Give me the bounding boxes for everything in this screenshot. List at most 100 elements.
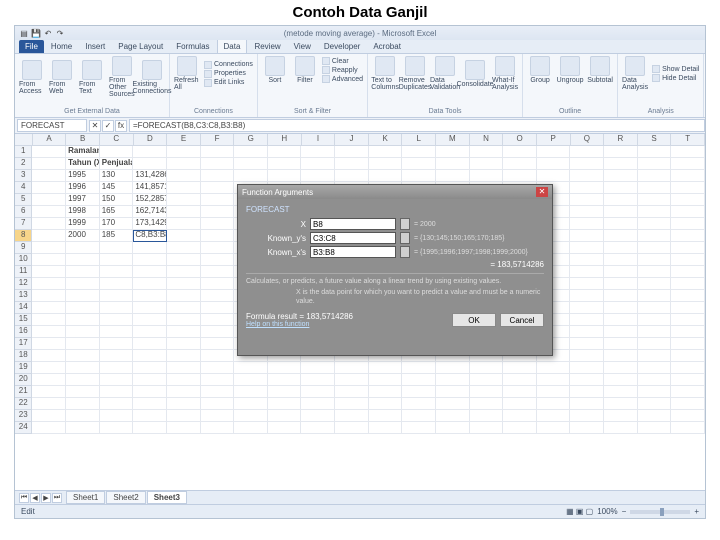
cell[interactable] <box>671 278 705 290</box>
tab-file[interactable]: File <box>19 40 44 53</box>
cell[interactable] <box>671 194 705 206</box>
cell[interactable] <box>32 230 66 242</box>
cell[interactable] <box>638 338 672 350</box>
cell[interactable] <box>133 374 167 386</box>
cell[interactable]: 131,4286 <box>133 170 167 182</box>
cell[interactable] <box>570 266 604 278</box>
cell[interactable] <box>503 158 537 170</box>
arg-input-knownxs[interactable] <box>310 246 396 258</box>
cell[interactable] <box>671 158 705 170</box>
cell[interactable] <box>133 350 167 362</box>
cell[interactable] <box>604 338 638 350</box>
col-head-L[interactable]: L <box>402 134 436 145</box>
cell[interactable] <box>604 242 638 254</box>
col-head-P[interactable]: P <box>537 134 571 145</box>
ungroup-button[interactable]: Ungroup <box>557 56 583 84</box>
cell[interactable]: 141,8571 <box>133 182 167 194</box>
cell[interactable] <box>570 182 604 194</box>
cell[interactable]: 1998 <box>66 206 100 218</box>
cell[interactable] <box>570 326 604 338</box>
cell[interactable] <box>470 410 504 422</box>
cell[interactable] <box>301 398 335 410</box>
cell[interactable] <box>100 350 134 362</box>
cell[interactable] <box>100 278 134 290</box>
clear-button[interactable]: Clear <box>322 57 363 65</box>
cell[interactable] <box>570 302 604 314</box>
from-text-button[interactable]: From Text <box>79 60 105 95</box>
cell[interactable] <box>671 254 705 266</box>
redo-icon[interactable]: ↷ <box>55 28 65 38</box>
tab-data[interactable]: Data <box>217 39 248 53</box>
edit-links-button[interactable]: Edit Links <box>204 79 253 87</box>
cell[interactable]: 173,1429 <box>133 218 167 230</box>
cell[interactable] <box>470 170 504 182</box>
cell[interactable]: 150 <box>100 194 134 206</box>
arg-input-x[interactable] <box>310 218 396 230</box>
cell[interactable] <box>604 422 638 434</box>
row-head[interactable]: 17 <box>15 338 32 350</box>
cell[interactable] <box>167 242 201 254</box>
cell[interactable] <box>604 386 638 398</box>
cell[interactable] <box>201 254 235 266</box>
cell[interactable]: C8,B3:B8) <box>133 230 167 242</box>
cell[interactable] <box>470 422 504 434</box>
row-head[interactable]: 10 <box>15 254 32 266</box>
cell[interactable] <box>570 338 604 350</box>
cell[interactable]: 145 <box>100 182 134 194</box>
row-head[interactable]: 5 <box>15 194 32 206</box>
cell[interactable] <box>201 398 235 410</box>
cell[interactable] <box>32 194 66 206</box>
data-analysis-button[interactable]: Data Analysis <box>622 56 648 91</box>
cell[interactable] <box>638 374 672 386</box>
cell[interactable] <box>671 206 705 218</box>
cell[interactable] <box>470 398 504 410</box>
cell[interactable] <box>234 422 268 434</box>
cell[interactable] <box>167 398 201 410</box>
from-other-sources-button[interactable]: From Other Sources <box>109 56 135 98</box>
cell[interactable] <box>503 170 537 182</box>
cell[interactable] <box>100 326 134 338</box>
cell[interactable] <box>537 362 571 374</box>
cell[interactable] <box>604 290 638 302</box>
cell[interactable] <box>638 146 672 158</box>
cell[interactable] <box>301 146 335 158</box>
cell[interactable] <box>638 206 672 218</box>
row-head[interactable]: 8 <box>15 230 32 242</box>
cell[interactable] <box>167 386 201 398</box>
cell[interactable] <box>234 362 268 374</box>
col-head-M[interactable]: M <box>436 134 470 145</box>
cell[interactable] <box>32 362 66 374</box>
cell[interactable] <box>570 146 604 158</box>
cell[interactable] <box>638 242 672 254</box>
col-head-Q[interactable]: Q <box>571 134 605 145</box>
cell[interactable] <box>604 374 638 386</box>
cell[interactable] <box>268 362 302 374</box>
cell[interactable] <box>369 422 403 434</box>
cell[interactable] <box>133 302 167 314</box>
cell[interactable] <box>234 386 268 398</box>
cell[interactable] <box>638 410 672 422</box>
cell[interactable] <box>436 170 470 182</box>
cell[interactable] <box>570 350 604 362</box>
col-head-G[interactable]: G <box>234 134 268 145</box>
cell[interactable] <box>335 170 369 182</box>
row-head[interactable]: 12 <box>15 278 32 290</box>
cell[interactable] <box>671 230 705 242</box>
cell[interactable] <box>167 326 201 338</box>
cell[interactable] <box>671 326 705 338</box>
cell[interactable] <box>66 278 100 290</box>
cell[interactable]: 1996 <box>66 182 100 194</box>
row-head[interactable]: 18 <box>15 350 32 362</box>
cell[interactable] <box>201 218 235 230</box>
cell[interactable] <box>234 374 268 386</box>
cell[interactable] <box>268 410 302 422</box>
cell[interactable] <box>335 146 369 158</box>
sheet-tab-sheet2[interactable]: Sheet2 <box>106 491 145 504</box>
col-head-N[interactable]: N <box>470 134 504 145</box>
range-selector-icon[interactable] <box>400 246 410 258</box>
cell[interactable] <box>503 398 537 410</box>
cell[interactable] <box>201 146 235 158</box>
cell[interactable] <box>167 374 201 386</box>
cell[interactable] <box>167 362 201 374</box>
row-head[interactable]: 7 <box>15 218 32 230</box>
